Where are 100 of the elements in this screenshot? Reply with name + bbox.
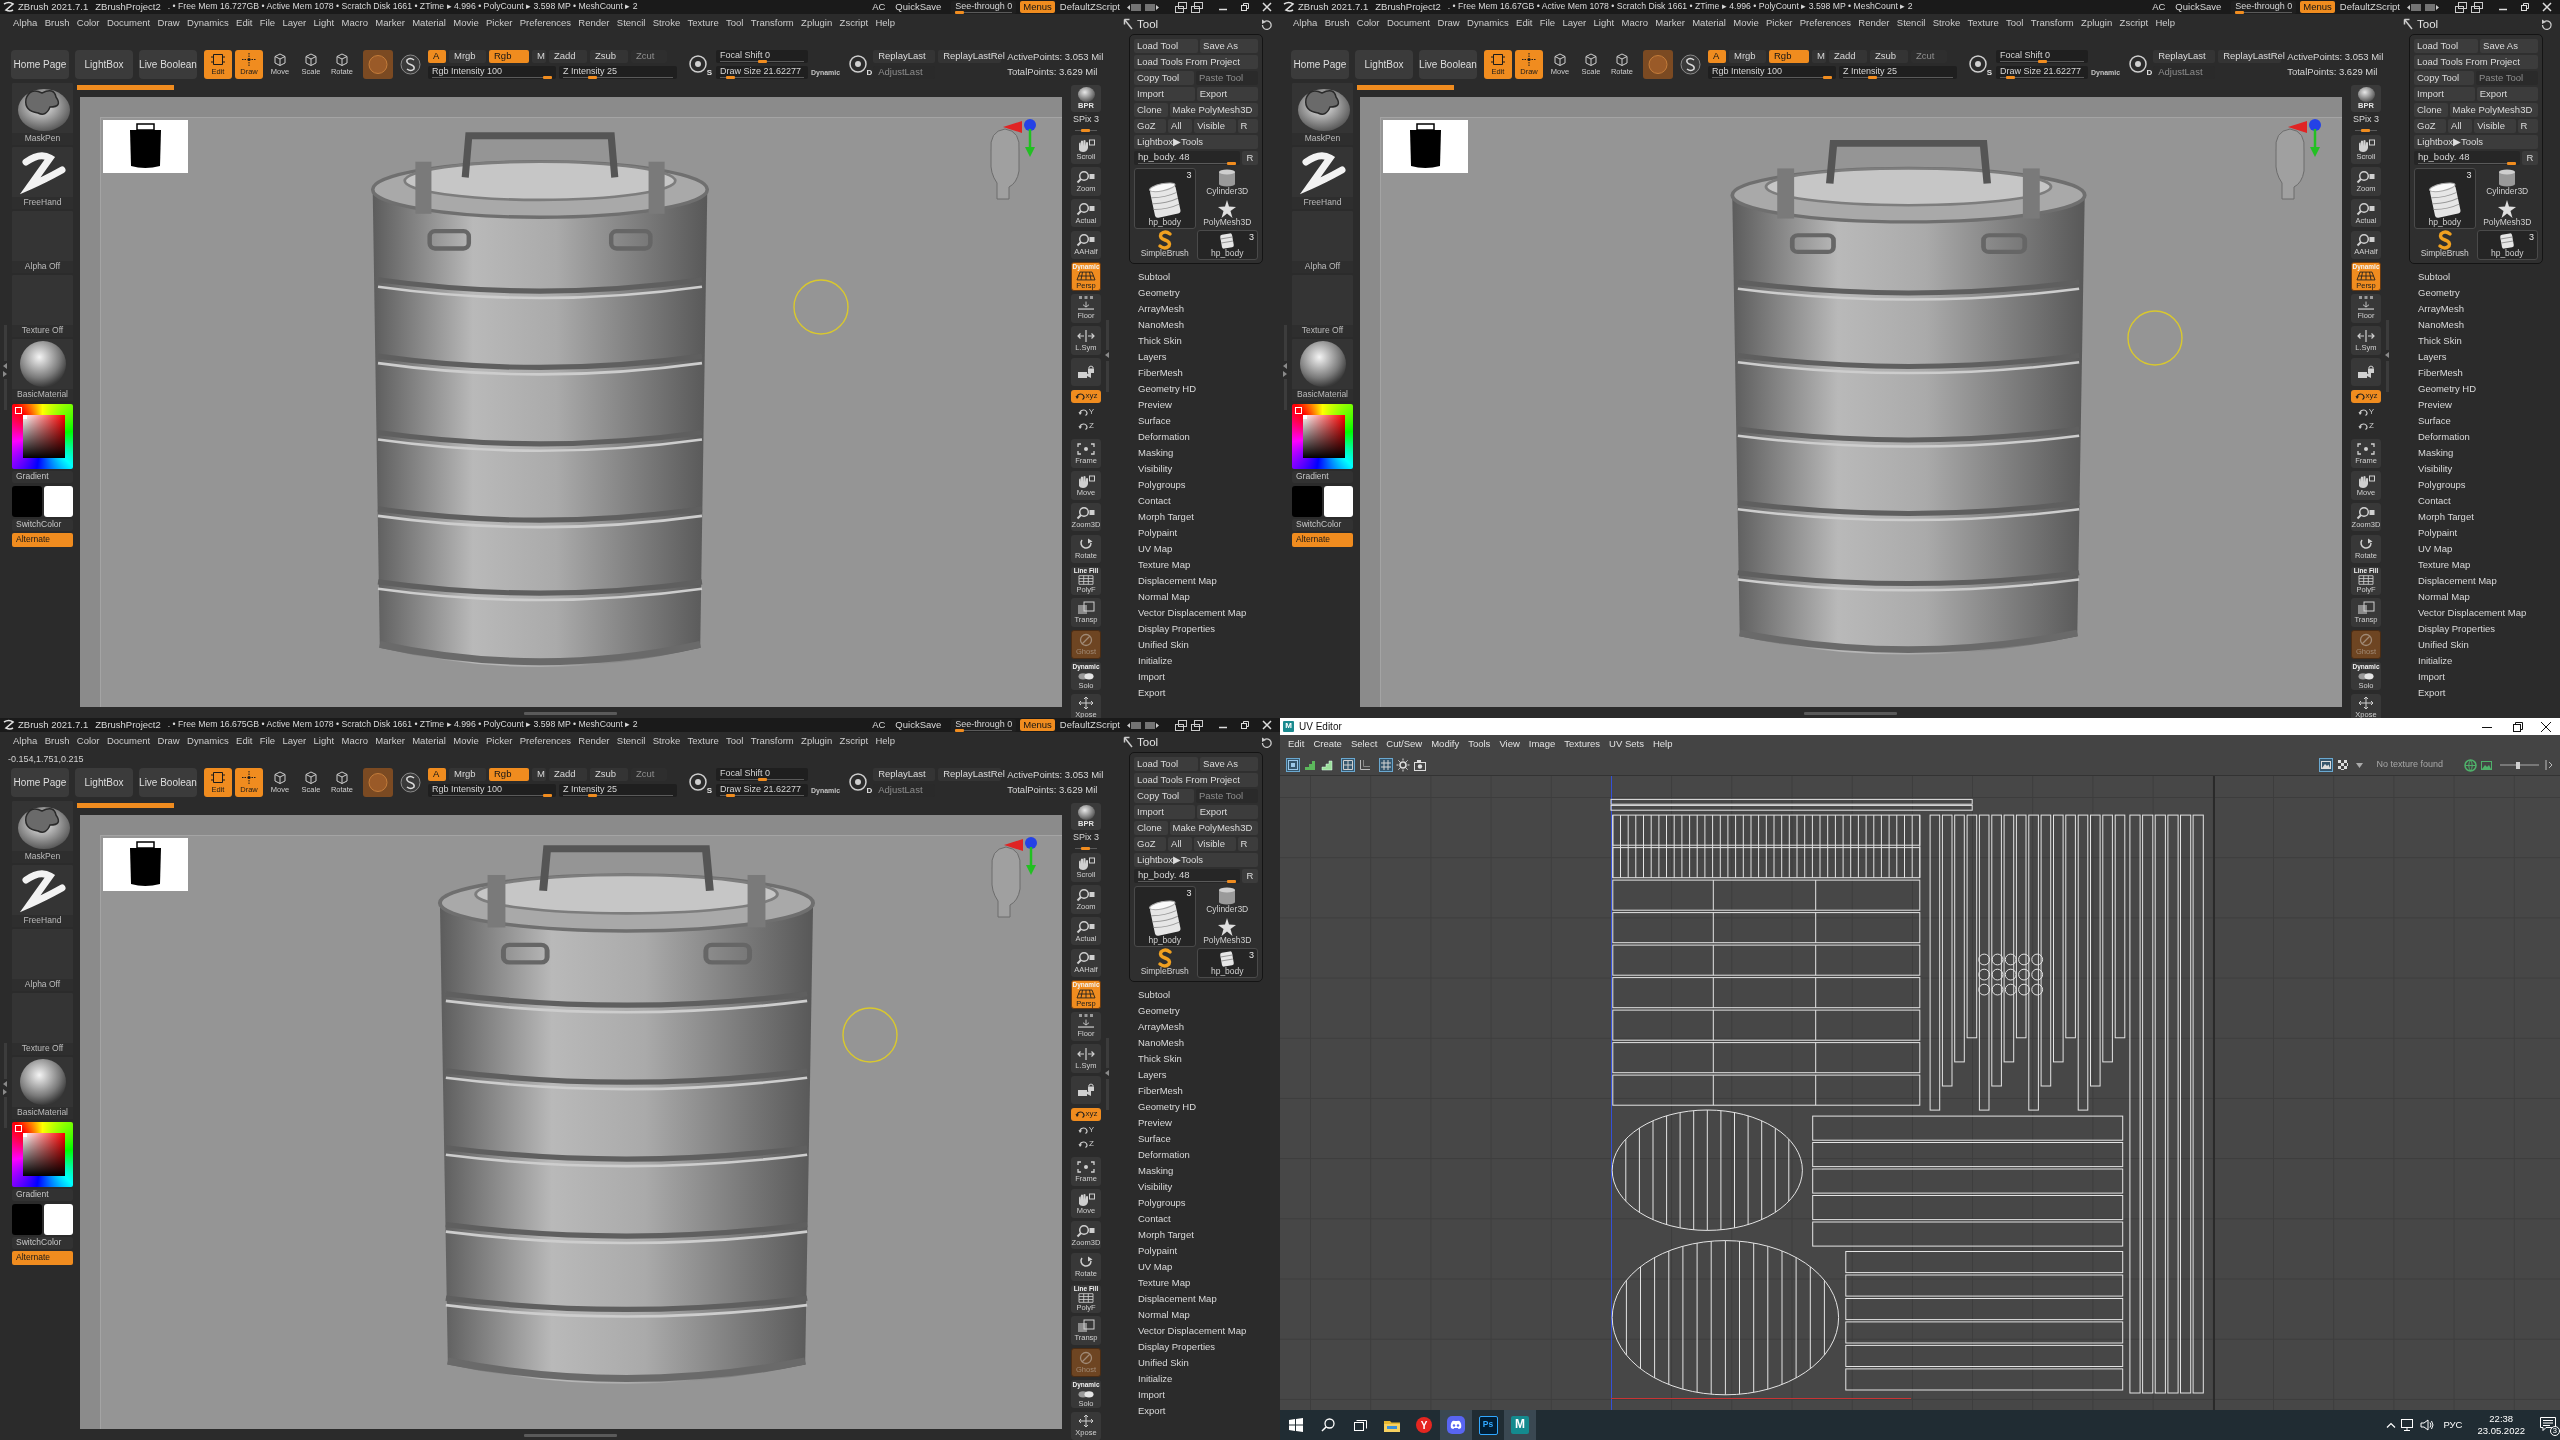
menu-item[interactable]: Edit <box>1288 739 1305 750</box>
subpalette-item[interactable]: ArrayMesh <box>2418 301 2560 317</box>
tool-button[interactable]: Export <box>1196 805 1258 819</box>
subpalette-item[interactable]: ArrayMesh <box>1138 1019 1280 1035</box>
menu-item[interactable]: Brush <box>1324 18 1350 29</box>
menu-item[interactable]: Color <box>76 736 100 747</box>
slider-thumb[interactable] <box>757 60 767 63</box>
menu-item[interactable]: Help <box>875 18 895 29</box>
tool-thumbnail[interactable]: hp_body 3 <box>1196 230 1258 260</box>
brush-button[interactable]: MaskPen <box>1292 83 1353 145</box>
slider-thumb[interactable] <box>543 76 552 79</box>
tool-button[interactable]: GoZ <box>1134 837 1167 851</box>
subtool-slider[interactable]: hp_body. 48 <box>2414 151 2520 165</box>
subpalette-item[interactable]: Morph Target <box>1138 1227 1280 1243</box>
channel-button[interactable]: Rgb <box>489 50 529 63</box>
view-button[interactable]: xyz <box>2351 390 2381 404</box>
slider-thumb[interactable] <box>1227 880 1236 883</box>
chevron-up-icon[interactable] <box>2386 1422 2397 1428</box>
caret-icon[interactable] <box>2356 762 2364 768</box>
subpalette-item[interactable]: Initialize <box>2418 653 2560 669</box>
nav-button[interactable]: Live Boolean <box>139 768 197 797</box>
tool-thumbnail[interactable]: PolyMesh3D <box>2476 199 2538 229</box>
tool-thumbnail[interactable]: hp_body 3 <box>1134 886 1196 947</box>
globe-icon[interactable] <box>2464 758 2477 772</box>
menu-item[interactable]: Help <box>875 736 895 747</box>
switch-color-button[interactable]: SwitchColor <box>1292 519 1353 531</box>
menu-item[interactable]: Stencil <box>616 18 646 29</box>
tool-button[interactable]: Export <box>1196 87 1258 101</box>
alternate-button[interactable]: Alternate <box>12 533 73 547</box>
view-button[interactable]: Z <box>1071 421 1101 432</box>
nav-button[interactable]: LightBox <box>75 768 133 797</box>
tool-button[interactable]: All <box>1168 119 1193 133</box>
texture-button[interactable]: Texture Off <box>12 275 73 337</box>
subpalette-item[interactable]: Geometry <box>1138 1003 1280 1019</box>
menu-item[interactable]: Tools <box>1468 739 1491 750</box>
menu-item[interactable]: Zscript <box>839 736 869 747</box>
tool-button[interactable]: Load Tools From Project <box>1134 773 1258 787</box>
tool-button[interactable]: Make PolyMesh3D <box>1169 821 1258 835</box>
bracket-arrow-icon[interactable] <box>2545 759 2554 771</box>
switch-color-button[interactable]: SwitchColor <box>12 1237 73 1249</box>
menu-item[interactable]: Stencil <box>1896 18 1926 29</box>
subpalette-item[interactable]: Polygroups <box>1138 1195 1280 1211</box>
scroll-handle[interactable] <box>524 1434 617 1437</box>
menu-item[interactable]: Light <box>1593 18 1615 29</box>
channel-button[interactable]: Rgb <box>1769 50 1809 63</box>
stroke-button[interactable]: FreeHand <box>1292 147 1353 209</box>
subpalette-item[interactable]: Import <box>1138 669 1280 685</box>
menu-item[interactable]: Movie <box>453 18 479 29</box>
reset-icon[interactable] <box>2541 18 2552 30</box>
notification-icon[interactable] <box>2540 1417 2556 1431</box>
tray-handle[interactable] <box>3 1043 8 1128</box>
tool-button[interactable]: Copy Tool <box>1134 71 1194 85</box>
tool-thumbnail[interactable]: SimpleBrush <box>1134 230 1196 260</box>
menu-item[interactable]: Zscript <box>839 18 869 29</box>
pointer-arrow-icon[interactable] <box>1123 736 1133 748</box>
pointer-arrow-icon[interactable] <box>1123 18 1133 30</box>
menus-button[interactable]: Menus <box>1020 718 1055 732</box>
menu-item[interactable]: Zplugin <box>2081 18 2113 29</box>
material-button[interactable]: BasicMaterial <box>12 339 73 401</box>
slider-track[interactable] <box>720 794 804 797</box>
replay-button[interactable]: ReplayLast <box>2153 50 2216 63</box>
slider-thumb[interactable] <box>1823 76 1832 79</box>
menu-item[interactable]: Layer <box>1562 18 1587 29</box>
picture-icon[interactable] <box>2480 758 2493 772</box>
arrow-bars-icon[interactable] <box>2425 2 2439 12</box>
checker-icon[interactable] <box>2336 758 2351 772</box>
stairs-icon[interactable] <box>1303 758 1317 772</box>
slider-track[interactable] <box>720 76 804 79</box>
subpalette-item[interactable]: Thick Skin <box>2418 333 2560 349</box>
tool-button[interactable]: Save As <box>1200 39 1258 53</box>
slider-thumb[interactable] <box>955 728 965 732</box>
tool-thumbnail[interactable]: hp_body 3 <box>1134 168 1196 229</box>
subpalette-item[interactable]: Display Properties <box>1138 1339 1280 1355</box>
slider[interactable]: Focal Shift 0 <box>716 50 808 63</box>
subpalette-item[interactable]: Layers <box>1138 1067 1280 1083</box>
tool-button[interactable]: Import <box>2414 87 2475 101</box>
channel-button[interactable]: Mrgb <box>1729 50 1766 63</box>
subpalette-item[interactable]: Initialize <box>1138 653 1280 669</box>
view-button[interactable] <box>1071 1075 1101 1105</box>
subpalette-item[interactable]: Export <box>2418 685 2560 701</box>
taskbar-button[interactable]: M <box>1504 1410 1536 1440</box>
nav-button[interactable]: Home Page <box>11 50 69 79</box>
tool-button[interactable]: Lightbox▶Tools <box>1134 853 1258 867</box>
subpalette-item[interactable]: Normal Map <box>2418 589 2560 605</box>
tool-thumbnail[interactable]: PolyMesh3D <box>1196 917 1258 947</box>
menu-item[interactable]: Help <box>2155 18 2175 29</box>
viewport-canvas[interactable] <box>80 97 1062 707</box>
menu-item[interactable]: Picker <box>1766 18 1793 29</box>
replay-icon-button[interactable]: D <box>848 772 870 793</box>
tool-button[interactable]: Load Tools From Project <box>1134 55 1258 69</box>
slider[interactable]: SPix 3 <box>1071 114 1101 132</box>
grid-icon[interactable] <box>1341 758 1355 772</box>
menu-item[interactable]: Transform <box>750 18 794 29</box>
subpalette-item[interactable]: FiberMesh <box>1138 1083 1280 1099</box>
stacked-windows-icon[interactable] <box>1175 1 1187 13</box>
menu-item[interactable]: Texture <box>687 736 719 747</box>
subpalette-item[interactable]: UV Map <box>1138 1259 1280 1275</box>
subpalette-item[interactable]: Contact <box>1138 493 1280 509</box>
slider-track[interactable] <box>563 76 673 79</box>
slider-track[interactable] <box>2235 10 2293 14</box>
